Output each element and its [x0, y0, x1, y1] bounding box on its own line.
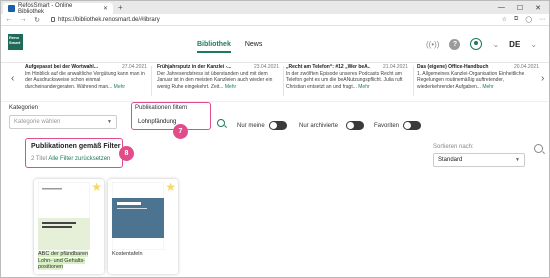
nav-news[interactable]: News [245, 41, 263, 53]
book-card[interactable]: ★ Kostentafeln [108, 179, 178, 274]
tab-close-icon[interactable]: ✕ [103, 5, 108, 12]
collections-icon[interactable]: ⧉ [514, 16, 518, 23]
main-nav: Bibliothek News [197, 41, 262, 53]
favorite-star-icon[interactable]: ☆ [502, 16, 507, 23]
window-controls: — ☐ ✕ [498, 4, 549, 12]
results-count: 2 Titel [31, 156, 48, 162]
toggle-nur-meine[interactable] [269, 121, 287, 130]
toggle-label-nur-meine: Nur meine [237, 123, 265, 129]
news-card[interactable]: „Recht am Telefon“: #12 „Wer beA... 21.04… [286, 64, 408, 91]
news-prev-icon[interactable]: ‹ [11, 73, 14, 84]
step-badge-8: 8 [119, 146, 134, 161]
categories-select[interactable]: Kategorie wählen ▼ [9, 115, 117, 129]
news-divider [283, 66, 284, 96]
book-cover [112, 182, 164, 250]
book-title-line: Lohn- und Gehalts- [38, 257, 86, 264]
language-selector[interactable]: DE [509, 40, 520, 49]
news-mehr-link[interactable]: Mehr [358, 84, 369, 90]
publications-filter-label: Publikationen filtern [135, 105, 188, 111]
news-mehr-link[interactable]: Mehr [482, 84, 493, 90]
search-icon[interactable] [217, 119, 225, 127]
results-summary: Publikationen gemäß Filter 2 Titel Alle … [25, 138, 123, 168]
book-title-line: ABC der pfändbaren [38, 251, 89, 257]
browser-window: RefosSmart - Online Bibliothek ✕ + — ☐ ✕… [0, 0, 550, 278]
categories-placeholder: Kategorie wählen [14, 119, 61, 125]
book-title-line: Kostentafeln [112, 251, 143, 257]
side-search-icon[interactable] [534, 144, 543, 153]
news-text: Der Jahresendstress ist überstanden und … [157, 70, 273, 90]
forward-icon[interactable]: → [19, 16, 27, 23]
sort-value: Standard [438, 157, 463, 163]
news-divider [151, 66, 152, 96]
close-window-button[interactable]: ✕ [535, 4, 541, 12]
publications-filter-value: Lohnpfändung [138, 119, 177, 125]
news-mehr-link[interactable]: Mehr [225, 84, 236, 90]
header-icons: ((•)) ? ⌄ DE ⌄ [426, 38, 537, 50]
card-fade [34, 268, 104, 274]
toggle-label-nur-archivierte: Nur archivierte [299, 123, 339, 129]
renosmart-logo[interactable]: Reno Smart [8, 34, 23, 50]
chevron-down-icon[interactable]: ⌄ [530, 40, 537, 49]
sort-select[interactable]: Standard ▼ [433, 153, 525, 167]
book-cover [38, 182, 90, 250]
broadcast-icon[interactable]: ((•)) [426, 40, 439, 49]
filter-bar: Kategorien Kategorie wählen ▼ Publikatio… [1, 101, 549, 141]
toggle-favoriten[interactable] [403, 121, 421, 130]
favicon-icon [8, 5, 15, 12]
news-text: In der zwölften Episode unseres Podcasts… [286, 70, 403, 90]
menu-dots-icon[interactable]: ⋯ [539, 16, 545, 23]
nav-bibliothek[interactable]: Bibliothek [197, 41, 231, 53]
news-carousel: ‹ Aufgepasst bei der Wortwahl... 27.04.20… [1, 64, 549, 100]
minimize-button[interactable]: — [498, 4, 505, 12]
address-bar: ← → ↻ https://bibliothek.renosmart.de/#l… [1, 14, 549, 26]
news-mehr-link[interactable]: Mehr [114, 84, 125, 90]
url-field[interactable]: https://bibliothek.renosmart.de/#library [51, 17, 160, 23]
news-text: Im Hinblick auf die anwaltliche Vergütun… [25, 70, 145, 90]
news-text: 1. Allgemeines Kanzlei-Organisation Einh… [417, 70, 525, 90]
app-header: Reno Smart Bibliothek News ((•)) ? ⌄ DE … [1, 27, 549, 63]
browser-titlebar: RefosSmart - Online Bibliothek ✕ + — ☐ ✕ [1, 1, 549, 15]
chevron-down-icon: ▼ [107, 119, 112, 125]
reload-icon[interactable]: ↻ [33, 16, 41, 24]
news-card[interactable]: Frühjahrsputz in der Kanzlei -... 23.04.2… [157, 64, 279, 91]
new-tab-button[interactable]: + [118, 3, 123, 12]
maximize-button[interactable]: ☐ [517, 4, 523, 12]
browser-tab[interactable]: RefosSmart - Online Bibliothek ✕ [3, 2, 113, 15]
reset-filters-link[interactable]: Alle Filter zurücksetzen [48, 156, 110, 162]
step-badge-7: 7 [173, 124, 188, 139]
profile-icon[interactable]: ◯ [525, 16, 532, 23]
back-icon[interactable]: ← [5, 16, 13, 23]
results-title: Publikationen gemäß Filter [31, 143, 121, 150]
chevron-down-icon[interactable]: ⌄ [492, 40, 499, 49]
url-text: https://bibliothek.renosmart.de/#library [58, 16, 160, 23]
lock-icon [51, 17, 55, 22]
sort-label: Sortieren nach: [433, 144, 474, 150]
news-divider [413, 66, 414, 96]
book-title: Kostentafeln [112, 251, 143, 258]
chevron-down-icon: ▼ [515, 157, 520, 163]
user-avatar-icon[interactable] [470, 38, 483, 50]
toggle-nur-archivierte[interactable] [346, 121, 364, 130]
toggle-label-favoriten: Favoriten [374, 123, 400, 129]
favorite-star-icon[interactable]: ★ [91, 181, 102, 193]
favorite-star-icon[interactable]: ★ [165, 181, 176, 193]
news-card[interactable]: Aufgepasst bei der Wortwahl... 27.04.2021… [25, 64, 147, 91]
publications-filter-input[interactable]: Publikationen filtern Lohnpfändung [131, 102, 211, 130]
categories-label: Kategorien [9, 105, 39, 111]
browser-toolbar-right: ☆ ⧉ ◯ ⋯ [502, 16, 545, 23]
news-next-icon[interactable]: › [541, 73, 544, 84]
tab-title: RefosSmart - Online Bibliothek [18, 2, 73, 15]
news-card[interactable]: Das (eigene) Office-Handbuch 20.04.2021 1… [417, 64, 539, 91]
help-icon[interactable]: ? [449, 38, 461, 50]
book-card[interactable]: ★ ABC der pfändbaren Lohn- und Gehalts- … [34, 179, 104, 274]
